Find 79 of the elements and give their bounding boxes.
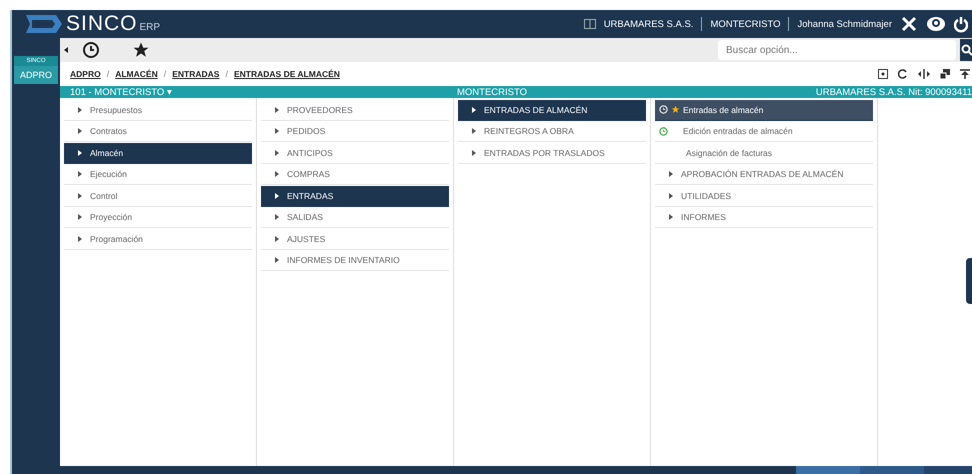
caret-icon <box>275 150 279 156</box>
split-icon[interactable] <box>918 69 930 79</box>
caret-icon <box>472 106 476 113</box>
breadcrumb-link[interactable]: ALMACÉN <box>115 69 158 79</box>
star-icon <box>671 105 680 114</box>
caret-icon <box>275 128 279 134</box>
clock-icon[interactable] <box>82 41 100 59</box>
star-icon[interactable] <box>132 41 150 59</box>
breadcrumb-separator: / <box>164 69 166 79</box>
menu-item[interactable]: PEDIDOS <box>261 122 449 142</box>
menu-item[interactable]: PROVEEDORES <box>261 100 449 120</box>
logo-subtext: ERP <box>140 21 160 35</box>
caret-icon <box>78 192 82 199</box>
caret-icon <box>78 150 82 156</box>
menu-item[interactable]: ENTRADAS DE ALMACÉN <box>458 100 646 120</box>
collapse-arrow-icon[interactable] <box>64 47 68 53</box>
breadcrumb-separator: / <box>106 69 110 79</box>
menu-item[interactable]: Almacén <box>64 143 252 164</box>
menu-item[interactable]: Programación <box>64 229 252 250</box>
search-icon <box>961 44 972 56</box>
project-select[interactable]: 101 - MONTECRISTO ▾ <box>70 86 457 98</box>
caret-icon <box>669 192 673 199</box>
caret-icon <box>78 171 82 178</box>
menu-item[interactable]: ENTRADAS <box>261 186 449 206</box>
caret-icon <box>78 128 82 134</box>
caret-icon <box>78 106 82 113</box>
menu-item[interactable]: SALIDAS <box>261 208 449 228</box>
menu-item[interactable]: Contratos <box>64 122 252 142</box>
project-label: MONTECRISTO <box>457 86 528 98</box>
menu-item[interactable]: INFORMES DE INVENTARIO <box>261 250 449 271</box>
breadcrumb-link[interactable]: ADPRO <box>70 69 101 79</box>
menu-item[interactable]: Control <box>64 186 252 206</box>
caret-icon <box>275 236 279 242</box>
power-icon[interactable] <box>954 15 968 33</box>
caret-icon <box>275 192 279 199</box>
building-icon <box>584 19 596 29</box>
menu-item[interactable]: AJUSTES <box>261 229 449 250</box>
menu-item[interactable]: Ejecución <box>64 164 252 185</box>
menu-item[interactable]: Presupuestos <box>64 100 252 120</box>
menu-item[interactable]: INFORMES <box>655 208 873 228</box>
user-name[interactable]: Johanna Schmidmajer <box>797 18 892 30</box>
menu-item[interactable]: COMPRAS <box>261 164 449 185</box>
module-name: ADPRO <box>20 69 52 82</box>
tools-icon[interactable] <box>900 15 918 33</box>
help-icon[interactable] <box>878 69 888 79</box>
breadcrumb-link[interactable]: ENTRADAS <box>172 69 220 79</box>
menu-item[interactable]: Asignación de facturas <box>655 143 873 164</box>
search-field[interactable]: Buscar opción... <box>718 40 956 60</box>
caret-icon <box>275 214 279 220</box>
caret-icon <box>472 128 476 134</box>
caret-icon <box>78 236 82 242</box>
menu-item[interactable]: Edición entradas de almacén <box>655 122 873 142</box>
company-nit: URBAMARES S.A.S. Nit: 900093411 <box>816 86 972 98</box>
side-panel-handle[interactable] <box>966 258 972 304</box>
windows-icon[interactable] <box>940 69 950 79</box>
caret-icon <box>669 214 673 220</box>
menu-item[interactable]: ENTRADAS POR TRASLADOS <box>458 143 646 164</box>
breadcrumb-separator: / <box>225 69 228 79</box>
company-name[interactable]: URBAMARES S.A.S. <box>604 18 694 30</box>
menu-item[interactable]: Entradas de almacén <box>655 100 873 120</box>
caret-icon <box>669 171 673 178</box>
breadcrumb-link[interactable]: ENTRADAS DE ALMACÉN <box>234 69 340 79</box>
caret-icon <box>78 214 82 220</box>
menu-item[interactable]: REINTEGROS A OBRA <box>458 122 646 142</box>
caret-icon <box>275 106 279 113</box>
pin-top-icon[interactable] <box>960 69 970 79</box>
menu-item[interactable]: Proyección <box>64 208 252 228</box>
menu-item[interactable]: APROBACIÓN ENTRADAS DE ALMACÉN <box>655 164 873 185</box>
logo-text: SINCO <box>66 13 138 35</box>
search-button[interactable] <box>960 39 972 61</box>
menu-item[interactable]: ANTICIPOS <box>261 143 449 164</box>
clock-icon <box>659 126 668 136</box>
caret-icon <box>275 257 279 264</box>
caret-icon <box>472 150 476 156</box>
refresh-icon[interactable] <box>898 69 908 79</box>
clock-icon <box>659 105 668 114</box>
menu-item[interactable]: UTILIDADES <box>655 186 873 206</box>
caret-icon <box>275 171 279 178</box>
project-name[interactable]: MONTECRISTO <box>710 18 780 30</box>
